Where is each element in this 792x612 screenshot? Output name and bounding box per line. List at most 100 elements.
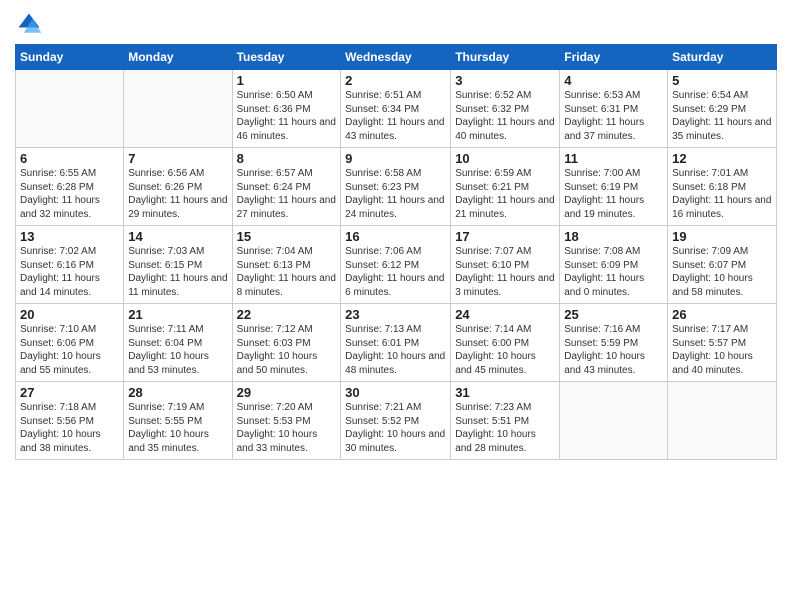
calendar-cell: 14Sunrise: 7:03 AM Sunset: 6:15 PM Dayli… <box>124 226 232 304</box>
calendar-cell: 31Sunrise: 7:23 AM Sunset: 5:51 PM Dayli… <box>451 382 560 460</box>
calendar-week-row: 27Sunrise: 7:18 AM Sunset: 5:56 PM Dayli… <box>16 382 777 460</box>
calendar-cell: 18Sunrise: 7:08 AM Sunset: 6:09 PM Dayli… <box>560 226 668 304</box>
day-number: 8 <box>237 151 337 166</box>
logo <box>15 10 47 38</box>
day-number: 25 <box>564 307 663 322</box>
day-info: Sunrise: 7:20 AM Sunset: 5:53 PM Dayligh… <box>237 401 337 455</box>
calendar-cell: 3Sunrise: 6:52 AM Sunset: 6:32 PM Daylig… <box>451 70 560 148</box>
day-info: Sunrise: 6:59 AM Sunset: 6:21 PM Dayligh… <box>455 167 555 221</box>
day-info: Sunrise: 7:17 AM Sunset: 5:57 PM Dayligh… <box>672 323 772 377</box>
day-info: Sunrise: 7:07 AM Sunset: 6:10 PM Dayligh… <box>455 245 555 299</box>
calendar-cell: 29Sunrise: 7:20 AM Sunset: 5:53 PM Dayli… <box>232 382 341 460</box>
calendar-cell: 27Sunrise: 7:18 AM Sunset: 5:56 PM Dayli… <box>16 382 124 460</box>
day-info: Sunrise: 7:16 AM Sunset: 5:59 PM Dayligh… <box>564 323 663 377</box>
calendar-cell: 22Sunrise: 7:12 AM Sunset: 6:03 PM Dayli… <box>232 304 341 382</box>
calendar-day-header: Friday <box>560 45 668 70</box>
day-number: 12 <box>672 151 772 166</box>
day-number: 29 <box>237 385 337 400</box>
day-number: 18 <box>564 229 663 244</box>
day-info: Sunrise: 7:23 AM Sunset: 5:51 PM Dayligh… <box>455 401 555 455</box>
day-number: 5 <box>672 73 772 88</box>
calendar-cell: 30Sunrise: 7:21 AM Sunset: 5:52 PM Dayli… <box>341 382 451 460</box>
day-info: Sunrise: 7:09 AM Sunset: 6:07 PM Dayligh… <box>672 245 772 299</box>
day-info: Sunrise: 7:18 AM Sunset: 5:56 PM Dayligh… <box>20 401 119 455</box>
day-info: Sunrise: 7:10 AM Sunset: 6:06 PM Dayligh… <box>20 323 119 377</box>
day-info: Sunrise: 6:54 AM Sunset: 6:29 PM Dayligh… <box>672 89 772 143</box>
day-number: 19 <box>672 229 772 244</box>
calendar-cell: 28Sunrise: 7:19 AM Sunset: 5:55 PM Dayli… <box>124 382 232 460</box>
day-info: Sunrise: 7:19 AM Sunset: 5:55 PM Dayligh… <box>128 401 227 455</box>
calendar-day-header: Sunday <box>16 45 124 70</box>
day-info: Sunrise: 6:56 AM Sunset: 6:26 PM Dayligh… <box>128 167 227 221</box>
day-number: 13 <box>20 229 119 244</box>
day-number: 21 <box>128 307 227 322</box>
day-info: Sunrise: 7:00 AM Sunset: 6:19 PM Dayligh… <box>564 167 663 221</box>
calendar-day-header: Wednesday <box>341 45 451 70</box>
day-info: Sunrise: 6:55 AM Sunset: 6:28 PM Dayligh… <box>20 167 119 221</box>
logo-icon <box>15 10 43 38</box>
day-info: Sunrise: 6:58 AM Sunset: 6:23 PM Dayligh… <box>345 167 446 221</box>
day-number: 14 <box>128 229 227 244</box>
day-info: Sunrise: 7:03 AM Sunset: 6:15 PM Dayligh… <box>128 245 227 299</box>
calendar-cell: 25Sunrise: 7:16 AM Sunset: 5:59 PM Dayli… <box>560 304 668 382</box>
day-number: 7 <box>128 151 227 166</box>
day-number: 1 <box>237 73 337 88</box>
day-info: Sunrise: 7:21 AM Sunset: 5:52 PM Dayligh… <box>345 401 446 455</box>
calendar-cell <box>560 382 668 460</box>
day-info: Sunrise: 7:04 AM Sunset: 6:13 PM Dayligh… <box>237 245 337 299</box>
day-info: Sunrise: 7:06 AM Sunset: 6:12 PM Dayligh… <box>345 245 446 299</box>
calendar-cell: 15Sunrise: 7:04 AM Sunset: 6:13 PM Dayli… <box>232 226 341 304</box>
page: SundayMondayTuesdayWednesdayThursdayFrid… <box>0 0 792 612</box>
day-info: Sunrise: 7:08 AM Sunset: 6:09 PM Dayligh… <box>564 245 663 299</box>
day-info: Sunrise: 6:50 AM Sunset: 6:36 PM Dayligh… <box>237 89 337 143</box>
day-info: Sunrise: 7:02 AM Sunset: 6:16 PM Dayligh… <box>20 245 119 299</box>
day-number: 26 <box>672 307 772 322</box>
calendar-cell <box>668 382 777 460</box>
day-number: 4 <box>564 73 663 88</box>
calendar-cell: 7Sunrise: 6:56 AM Sunset: 6:26 PM Daylig… <box>124 148 232 226</box>
day-info: Sunrise: 7:01 AM Sunset: 6:18 PM Dayligh… <box>672 167 772 221</box>
day-info: Sunrise: 6:52 AM Sunset: 6:32 PM Dayligh… <box>455 89 555 143</box>
day-info: Sunrise: 7:12 AM Sunset: 6:03 PM Dayligh… <box>237 323 337 377</box>
day-number: 2 <box>345 73 446 88</box>
day-number: 30 <box>345 385 446 400</box>
day-number: 28 <box>128 385 227 400</box>
calendar-day-header: Monday <box>124 45 232 70</box>
day-info: Sunrise: 6:57 AM Sunset: 6:24 PM Dayligh… <box>237 167 337 221</box>
header <box>15 10 777 38</box>
day-number: 11 <box>564 151 663 166</box>
calendar-cell: 23Sunrise: 7:13 AM Sunset: 6:01 PM Dayli… <box>341 304 451 382</box>
calendar-day-header: Tuesday <box>232 45 341 70</box>
calendar-cell: 20Sunrise: 7:10 AM Sunset: 6:06 PM Dayli… <box>16 304 124 382</box>
day-info: Sunrise: 7:13 AM Sunset: 6:01 PM Dayligh… <box>345 323 446 377</box>
calendar-cell: 8Sunrise: 6:57 AM Sunset: 6:24 PM Daylig… <box>232 148 341 226</box>
day-number: 9 <box>345 151 446 166</box>
calendar-week-row: 1Sunrise: 6:50 AM Sunset: 6:36 PM Daylig… <box>16 70 777 148</box>
day-number: 6 <box>20 151 119 166</box>
calendar-day-header: Saturday <box>668 45 777 70</box>
calendar-cell: 1Sunrise: 6:50 AM Sunset: 6:36 PM Daylig… <box>232 70 341 148</box>
day-number: 3 <box>455 73 555 88</box>
calendar-cell: 9Sunrise: 6:58 AM Sunset: 6:23 PM Daylig… <box>341 148 451 226</box>
day-info: Sunrise: 6:53 AM Sunset: 6:31 PM Dayligh… <box>564 89 663 143</box>
calendar-table: SundayMondayTuesdayWednesdayThursdayFrid… <box>15 44 777 460</box>
day-number: 24 <box>455 307 555 322</box>
calendar-cell: 16Sunrise: 7:06 AM Sunset: 6:12 PM Dayli… <box>341 226 451 304</box>
calendar-day-header: Thursday <box>451 45 560 70</box>
day-number: 15 <box>237 229 337 244</box>
day-number: 10 <box>455 151 555 166</box>
calendar-header-row: SundayMondayTuesdayWednesdayThursdayFrid… <box>16 45 777 70</box>
calendar-cell: 10Sunrise: 6:59 AM Sunset: 6:21 PM Dayli… <box>451 148 560 226</box>
calendar-cell: 24Sunrise: 7:14 AM Sunset: 6:00 PM Dayli… <box>451 304 560 382</box>
calendar-week-row: 13Sunrise: 7:02 AM Sunset: 6:16 PM Dayli… <box>16 226 777 304</box>
calendar-cell: 12Sunrise: 7:01 AM Sunset: 6:18 PM Dayli… <box>668 148 777 226</box>
day-number: 23 <box>345 307 446 322</box>
calendar-cell <box>16 70 124 148</box>
day-info: Sunrise: 7:14 AM Sunset: 6:00 PM Dayligh… <box>455 323 555 377</box>
day-number: 31 <box>455 385 555 400</box>
day-number: 22 <box>237 307 337 322</box>
day-number: 20 <box>20 307 119 322</box>
day-number: 27 <box>20 385 119 400</box>
calendar-cell: 26Sunrise: 7:17 AM Sunset: 5:57 PM Dayli… <box>668 304 777 382</box>
day-info: Sunrise: 7:11 AM Sunset: 6:04 PM Dayligh… <box>128 323 227 377</box>
